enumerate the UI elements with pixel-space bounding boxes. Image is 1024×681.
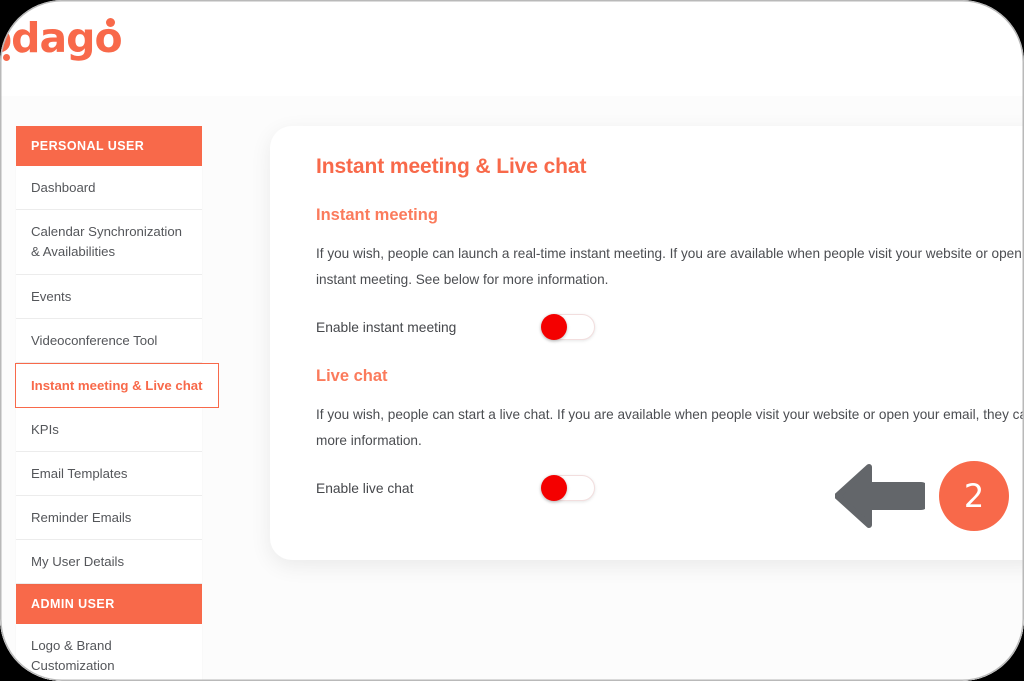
sidebar-item-events[interactable]: Events: [16, 275, 202, 319]
app-window: odago PERSONAL USER Dashboard Calendar S…: [0, 0, 1024, 681]
toggle-knob-icon: [541, 314, 567, 340]
section-body-instant-meeting: If you wish, people can launch a real-ti…: [316, 246, 1022, 287]
sidebar-item-label: Reminder Emails: [31, 510, 132, 525]
sidebar-item-logo-brand-customization[interactable]: Logo & Brand Customization: [16, 624, 202, 681]
toggle-knob-icon: [541, 475, 567, 501]
sidebar-item-label: Videoconference Tool: [31, 333, 158, 348]
sidebar-section-label: PERSONAL USER: [31, 139, 145, 153]
section-heading-instant-meeting: Instant meeting: [316, 206, 438, 224]
sidebar-item-label: KPIs: [31, 422, 59, 437]
brand-logo[interactable]: odago: [0, 14, 123, 62]
sidebar-section-admin-user: ADMIN USER: [16, 584, 202, 624]
sidebar-item-calendar-synchronization[interactable]: Calendar Synchronization & Availabilitie…: [16, 210, 202, 275]
annotation-arrow-left-icon: [835, 464, 925, 528]
page-title: Instant meeting & Live chat: [316, 155, 587, 178]
sidebar-item-reminder-emails[interactable]: Reminder Emails: [16, 496, 202, 540]
page-body: PERSONAL USER Dashboard Calendar Synchro…: [0, 96, 1024, 681]
sidebar-item-label: Instant meeting & Live chat: [31, 378, 203, 393]
annotation-step-badge: 2: [939, 461, 1009, 531]
section-body-live-chat: If you wish, people can start a live cha…: [316, 407, 1024, 448]
sidebar-section-label: ADMIN USER: [31, 597, 115, 611]
toggle-row-live-chat: Enable live chat 2: [316, 461, 1024, 531]
sidebar-item-label: Dashboard: [31, 180, 96, 195]
sidebar-item-label: Calendar Synchronization & Availabilitie…: [31, 224, 183, 259]
sidebar-item-dashboard[interactable]: Dashboard: [16, 166, 202, 210]
annotation-step-number: 2: [963, 477, 985, 515]
sidebar-item-email-templates[interactable]: Email Templates: [16, 452, 202, 496]
brand-logo-text: odago: [0, 14, 123, 62]
logo-dot-left-icon: [3, 54, 10, 61]
toggle-row-instant-meeting: Enable instant meeting: [316, 314, 1024, 340]
toggle-label-instant-meeting: Enable instant meeting: [316, 319, 457, 335]
sidebar-item-label: Events: [31, 289, 72, 304]
sidebar: PERSONAL USER Dashboard Calendar Synchro…: [15, 126, 219, 681]
sidebar-item-kpis[interactable]: KPIs: [16, 408, 202, 452]
toggle-enable-instant-meeting[interactable]: [541, 314, 595, 340]
sidebar-item-instant-meeting-live-chat[interactable]: Instant meeting & Live chat: [15, 363, 219, 408]
content-card: Instant meeting & Live chat Instant meet…: [270, 126, 1024, 560]
section-heading-live-chat: Live chat: [316, 367, 388, 385]
toggle-label-live-chat: Enable live chat: [316, 480, 414, 496]
sidebar-item-label: Email Templates: [31, 466, 128, 481]
sidebar-section-personal-user: PERSONAL USER: [16, 126, 202, 166]
sidebar-item-videoconference-tool[interactable]: Videoconference Tool: [16, 319, 202, 363]
content-card-inner: Instant meeting & Live chat Instant meet…: [316, 152, 1024, 560]
logo-dot-right-icon: [106, 18, 115, 27]
sidebar-item-label: Logo & Brand Customization: [31, 638, 115, 673]
sidebar-item-label: My User Details: [31, 554, 125, 569]
sidebar-item-my-user-details[interactable]: My User Details: [16, 540, 202, 584]
toggle-enable-live-chat[interactable]: [541, 475, 595, 501]
